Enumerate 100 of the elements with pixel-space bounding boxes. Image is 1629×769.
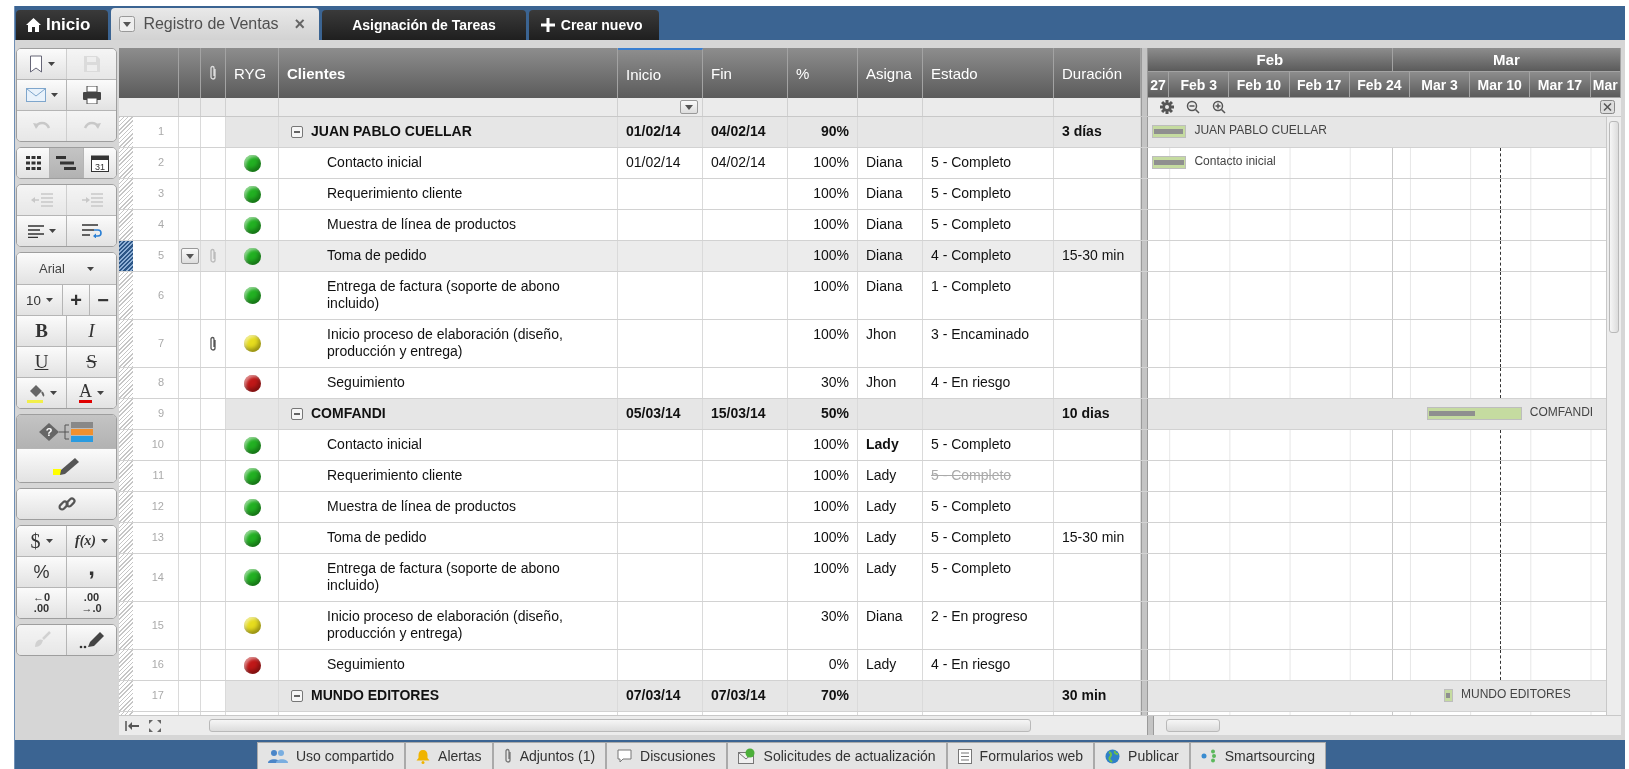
- wrap-text-icon: [81, 224, 102, 238]
- gantt-view-button[interactable]: [49, 148, 83, 178]
- bottom-tab[interactable]: Discusiones: [606, 742, 727, 769]
- pane-splitter[interactable]: [1141, 179, 1148, 209]
- grid-view-button[interactable]: [17, 148, 50, 178]
- bottom-tab[interactable]: Alertas: [405, 742, 493, 769]
- decrease-decimals-button[interactable]: ←0 .00: [17, 588, 66, 618]
- pane-splitter[interactable]: [1141, 98, 1148, 116]
- bottom-tab[interactable]: Smartsourcing: [1189, 742, 1326, 769]
- decrease-size-button[interactable]: −: [89, 285, 116, 315]
- underline-button[interactable]: U: [17, 347, 66, 377]
- pane-splitter[interactable]: [1141, 461, 1148, 491]
- text-color-button[interactable]: A: [66, 378, 116, 408]
- filter-dropdown-button[interactable]: [680, 100, 698, 114]
- table-cell: 70%: [788, 681, 858, 711]
- pane-splitter[interactable]: [1141, 430, 1148, 460]
- column-header[interactable]: %: [788, 48, 858, 98]
- align-button[interactable]: [17, 216, 66, 246]
- column-header[interactable]: Estado: [923, 48, 1054, 98]
- bottom-tab[interactable]: Adjuntos (1): [492, 742, 607, 769]
- formula-button[interactable]: f(x): [66, 526, 116, 556]
- column-header[interactable]: Clientes: [279, 48, 618, 98]
- paperclip-icon[interactable]: [209, 248, 217, 264]
- tab[interactable]: Registro de Ventas ×: [111, 8, 320, 40]
- fill-color-button[interactable]: [17, 378, 66, 408]
- pane-splitter[interactable]: [1141, 368, 1148, 398]
- close-tab-button[interactable]: ×: [294, 13, 306, 35]
- pane-splitter[interactable]: [1141, 650, 1148, 680]
- bar-label: MUNDO EDITORES: [1461, 687, 1571, 701]
- scrollbar-thumb[interactable]: [209, 719, 1031, 732]
- link-button[interactable]: [17, 489, 116, 519]
- settings-icon[interactable]: [1160, 100, 1174, 114]
- bookmark-button[interactable]: [17, 49, 66, 79]
- bottom-tab[interactable]: Publicar: [1094, 742, 1190, 769]
- calendar-icon: 31: [90, 154, 109, 172]
- pane-splitter[interactable]: [1141, 492, 1148, 522]
- caret-icon: [185, 253, 194, 259]
- bottom-tab[interactable]: Uso compartido: [257, 742, 406, 769]
- strikethrough-button[interactable]: S: [66, 347, 116, 377]
- scrollbar-thumb[interactable]: [1166, 719, 1220, 732]
- bottom-tab[interactable]: Solicitudes de actualización: [726, 742, 947, 769]
- italic-button[interactable]: I: [66, 316, 116, 346]
- scrollbar-thumb[interactable]: [1609, 121, 1619, 333]
- zoom-in-icon[interactable]: [1212, 100, 1226, 114]
- pane-splitter[interactable]: [1141, 272, 1148, 319]
- gantt-bar[interactable]: [1152, 125, 1187, 138]
- print-button[interactable]: [66, 80, 116, 110]
- pane-splitter[interactable]: [1141, 48, 1148, 98]
- column-header[interactable]: Asigna: [858, 48, 923, 98]
- font-size-button[interactable]: 10: [17, 285, 62, 315]
- bottom-tab[interactable]: Formularios web: [946, 742, 1095, 769]
- font-family-button[interactable]: Arial: [17, 253, 116, 284]
- pane-splitter[interactable]: [1141, 681, 1148, 711]
- vertical-scrollbar[interactable]: [1606, 117, 1621, 715]
- currency-button[interactable]: $: [17, 526, 66, 556]
- pane-splitter[interactable]: [1141, 320, 1148, 367]
- pane-splitter[interactable]: [1141, 602, 1148, 649]
- bold-button[interactable]: B: [17, 316, 66, 346]
- globe-icon: [1105, 748, 1121, 764]
- increase-size-button[interactable]: +: [62, 285, 89, 315]
- collapse-toggle[interactable]: [291, 407, 303, 420]
- collapse-icon[interactable]: [125, 720, 139, 731]
- pane-splitter[interactable]: [1141, 554, 1148, 601]
- format-painter-button[interactable]: [66, 625, 116, 655]
- percent-button[interactable]: %: [17, 557, 66, 587]
- conditional-format-button[interactable]: ?: [17, 415, 116, 448]
- table-cell: 3 días: [1054, 117, 1141, 147]
- week-header: Mar 10: [1470, 72, 1531, 98]
- wrap-text-button[interactable]: [66, 216, 116, 246]
- close-icon[interactable]: [1600, 100, 1615, 114]
- collapse-toggle[interactable]: [291, 689, 303, 702]
- pane-splitter[interactable]: [1141, 523, 1148, 553]
- column-header[interactable]: Inicio: [618, 48, 703, 98]
- gantt-bar[interactable]: [1427, 407, 1522, 420]
- gantt-bar[interactable]: [1152, 156, 1187, 169]
- week-header: Feb 10: [1229, 72, 1290, 98]
- pane-splitter[interactable]: [1141, 210, 1148, 240]
- table-cell: 15-30 min: [1054, 241, 1141, 271]
- column-header[interactable]: Duración: [1054, 48, 1141, 98]
- expand-icon[interactable]: [149, 719, 161, 732]
- increase-decimals-button[interactable]: .00 →.0: [66, 588, 116, 618]
- tab[interactable]: Inicio: [16, 10, 109, 40]
- pane-splitter[interactable]: [1141, 241, 1148, 271]
- paperclip-icon[interactable]: [209, 335, 217, 352]
- pane-splitter[interactable]: [1141, 117, 1148, 147]
- comma-style-button[interactable]: ,: [66, 557, 116, 587]
- gantt-bar[interactable]: [1444, 689, 1453, 702]
- column-header[interactable]: RYG: [226, 48, 279, 98]
- row-menu-button[interactable]: [180, 248, 199, 264]
- tab[interactable]: Crear nuevo: [528, 10, 659, 40]
- calendar-view-button[interactable]: 31: [82, 148, 116, 178]
- pane-splitter[interactable]: [1141, 399, 1148, 429]
- column-header[interactable]: Fin: [703, 48, 788, 98]
- pane-splitter[interactable]: [1141, 148, 1148, 178]
- tab[interactable]: Asignación de Tareas: [322, 10, 526, 40]
- zoom-out-icon[interactable]: [1186, 100, 1200, 114]
- pane-splitter[interactable]: [1147, 716, 1154, 735]
- collapse-toggle[interactable]: [291, 125, 303, 138]
- tab-menu-icon[interactable]: [119, 16, 136, 32]
- highlight-button[interactable]: [17, 449, 116, 482]
